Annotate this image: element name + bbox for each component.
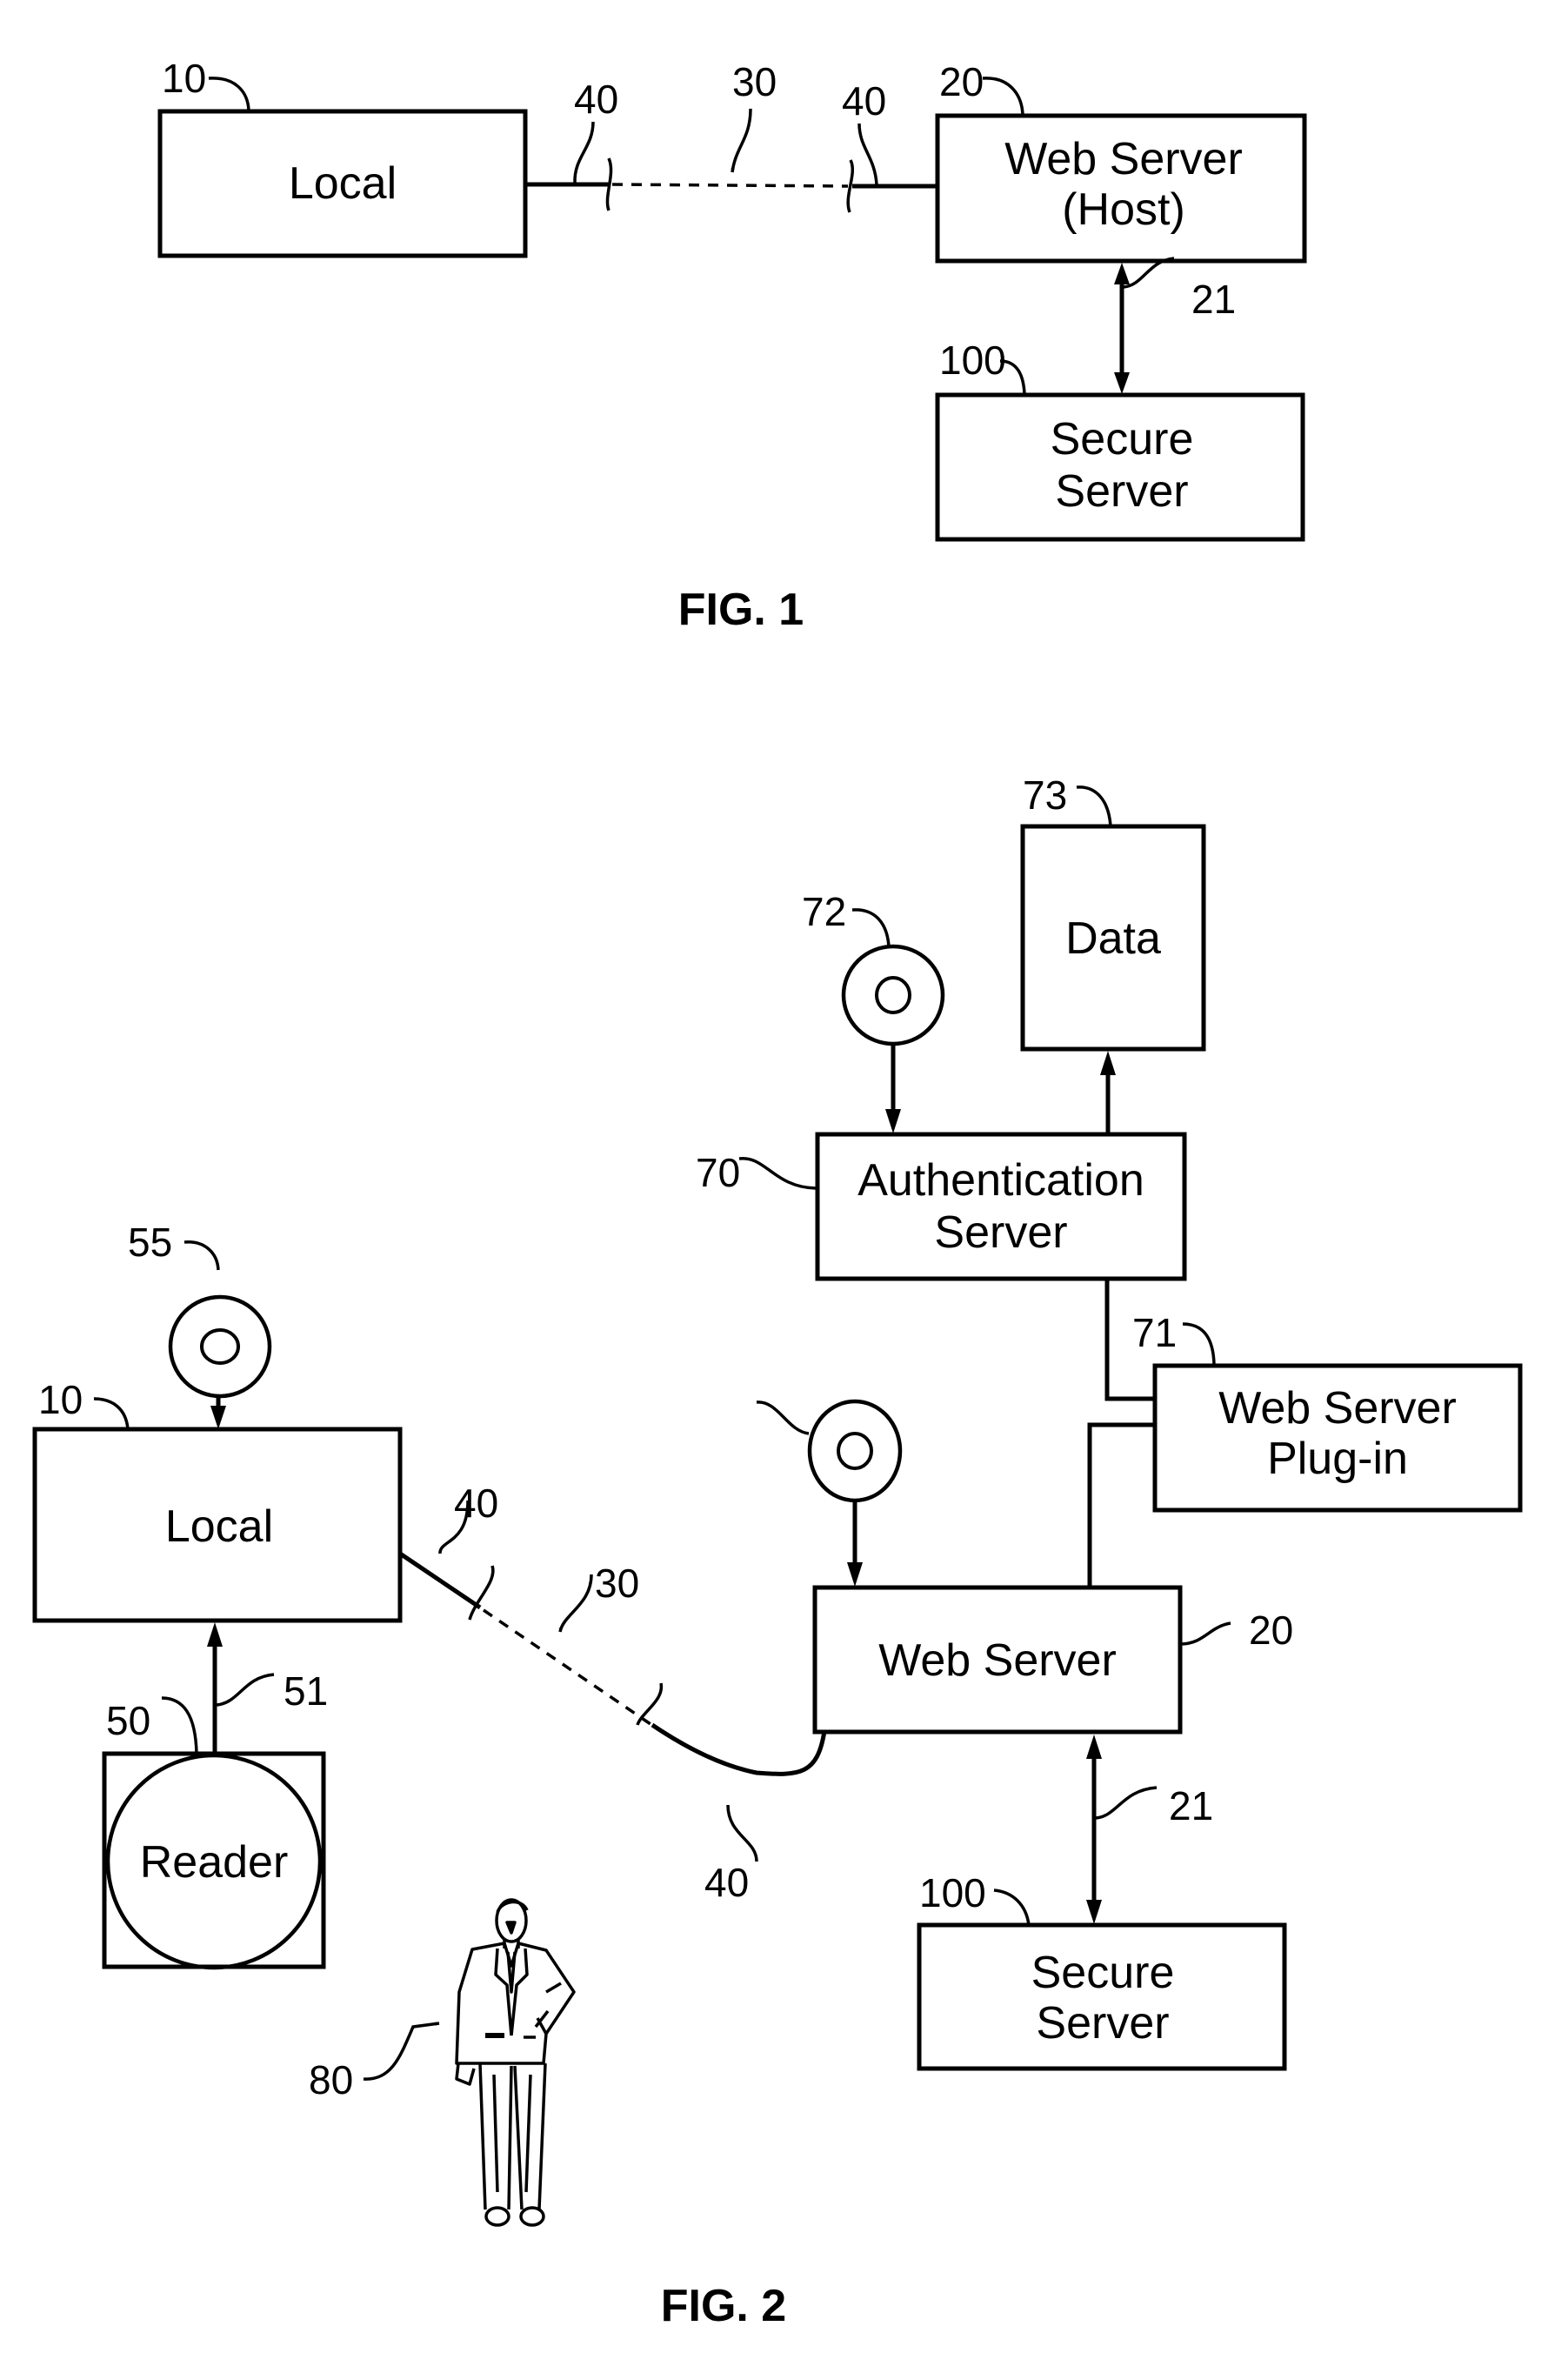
fig2-disc-webserver-arrowhead (847, 1562, 863, 1587)
fig1-break-right (846, 159, 855, 213)
figure-1: Local 10 Web Server (Host) 20 40 30 40 2… (157, 56, 1307, 635)
fig2-ref-auth-server: 70 (696, 1150, 740, 1195)
fig2-break-left (468, 1565, 495, 1621)
fig2-web-server-block: Web Server (812, 1585, 1183, 1735)
fig1-leader-network (731, 108, 752, 173)
fig1-local-block: Local (157, 109, 528, 258)
fig2-auth-server-block: Authentication Server (815, 1132, 1187, 1281)
fig2-ref-local: 10 (38, 1377, 83, 1422)
fig1-leader-link-left (573, 121, 595, 184)
fig2-network-line (483, 1608, 651, 1726)
fig2-ref-reader: 50 (106, 1698, 150, 1743)
fig2-ref-web-server: 20 (1249, 1608, 1293, 1653)
fig2-plugin-label-line2: Plug-in (1267, 1434, 1408, 1484)
fig2-ref-data: 73 (1023, 772, 1067, 818)
fig2-plugin-webserver-line (1087, 1422, 1155, 1588)
fig2-reader-label: Reader (140, 1837, 289, 1888)
fig1-web-server-block: Web Server (Host) (935, 113, 1307, 264)
fig2-ref-disc-local: 55 (128, 1220, 172, 1265)
fig2-ref-secure-link: 21 (1169, 1783, 1213, 1828)
fig2-caption: FIG. 2 (661, 2281, 786, 2331)
fig2-data-block: Data (1020, 824, 1206, 1052)
fig1-arrow-down (1114, 372, 1130, 394)
fig1-secure-server-label-line1: Secure (1051, 414, 1194, 465)
fig2-auth-server-label-line2: Server (934, 1207, 1067, 1258)
fig2-disc-local-icon (168, 1294, 272, 1399)
fig1-caption: FIG. 1 (678, 585, 804, 635)
fig1-network-line (611, 183, 849, 188)
fig1-leader-web-server (982, 77, 1024, 116)
fig2-disc-webserver-icon (807, 1399, 903, 1503)
fig2-leader-network (558, 1574, 593, 1633)
fig2-plugin-label-line1: Web Server (1218, 1383, 1457, 1434)
fig1-secure-server-label-line2: Server (1055, 466, 1188, 517)
fig1-leader-local (208, 77, 250, 111)
fig2-leader-reader (161, 1696, 198, 1755)
fig2-reader-link-arrowhead (207, 1622, 223, 1647)
fig1-break-left (605, 157, 613, 211)
fig2-secure-server-label-line1: Secure (1031, 1948, 1175, 1998)
fig2-auth-server-label-line1: Authentication (857, 1155, 1144, 1206)
fig1-ref-local: 10 (162, 56, 206, 101)
fig1-web-server-label-line1: Web Server (1004, 134, 1243, 184)
fig2-ref-network: 30 (595, 1561, 639, 1606)
fig2-auth-to-data-arrowhead (1100, 1051, 1116, 1075)
fig2-secure-server-label-line2: Server (1036, 1998, 1169, 2049)
fig1-ref-link-left: 40 (574, 77, 618, 122)
fig1-secure-server-block: Secure Server (935, 392, 1305, 542)
fig2-secure-link-arrow-down (1086, 1900, 1102, 1924)
fig2-leader-plugin (1182, 1322, 1216, 1365)
fig2-disc-local-arrowhead (210, 1406, 226, 1429)
fig1-local-label: Local (289, 158, 397, 209)
fig2-ref-link-right: 40 (704, 1860, 749, 1905)
fig2-ref-reader-link: 51 (284, 1668, 328, 1714)
user-person-icon (455, 1898, 576, 2227)
fig2-ref-plugin: 71 (1132, 1310, 1177, 1355)
fig1-ref-secure-link: 21 (1191, 277, 1236, 322)
fig2-leader-auth-server (738, 1157, 817, 1190)
fig2-reader-block: Reader (102, 1751, 326, 1970)
fig1-leader-link-right (857, 123, 878, 185)
fig2-plugin-block: Web Server Plug-in (1152, 1363, 1523, 1513)
fig2-web-server-label: Web Server (878, 1635, 1117, 1686)
fig2-link-left (398, 1551, 482, 1610)
fig2-leader-secure-link (1095, 1786, 1158, 1820)
fig2-leader-data (1076, 785, 1112, 827)
fig2-disc-auth-icon (841, 944, 945, 1046)
fig2-leader-disc-local (183, 1240, 220, 1271)
fig1-ref-link-right: 40 (842, 78, 886, 124)
fig1-ref-secure-server: 100 (939, 338, 1006, 383)
patent-drawing: Local 10 Web Server (Host) 20 40 30 40 2… (32, 56, 1523, 2331)
fig2-leader-disc-auth (851, 908, 891, 947)
fig1-arrow-up (1114, 263, 1130, 284)
fig1-ref-web-server: 20 (939, 59, 984, 104)
fig2-ref-user: 80 (309, 2057, 353, 2102)
fig2-link-right (651, 1722, 827, 1776)
fig2-leader-reader-link (216, 1673, 275, 1707)
fig2-secure-server-block: Secure Server (917, 1922, 1287, 2071)
fig2-break-right (636, 1682, 664, 1726)
fig2-leader-secure-server (993, 1888, 1031, 1926)
fig2-leader-link-right (726, 1804, 758, 1862)
fig2-leader-web-server (1179, 1621, 1231, 1646)
fig2-disc-auth-arrowhead (885, 1109, 901, 1133)
fig2-leader-local (93, 1397, 130, 1430)
fig2-ref-link-left: 40 (454, 1481, 498, 1526)
figure-2: Data 73 72 Authentication Server 70 Web … (32, 772, 1523, 2331)
fig2-local-block: Local (32, 1427, 403, 1623)
fig2-leader-disc-webserver (756, 1400, 810, 1435)
fig2-secure-link-arrow-up (1086, 1735, 1102, 1759)
fig2-leader-user (363, 2022, 440, 2081)
fig1-web-server-label-line2: (Host) (1062, 184, 1185, 235)
fig1-ref-network: 30 (732, 59, 777, 104)
fig2-local-label: Local (165, 1501, 273, 1552)
fig2-data-label: Data (1065, 913, 1161, 964)
fig2-ref-disc-auth: 72 (802, 889, 846, 934)
fig2-ref-secure-server: 100 (919, 1870, 986, 1915)
